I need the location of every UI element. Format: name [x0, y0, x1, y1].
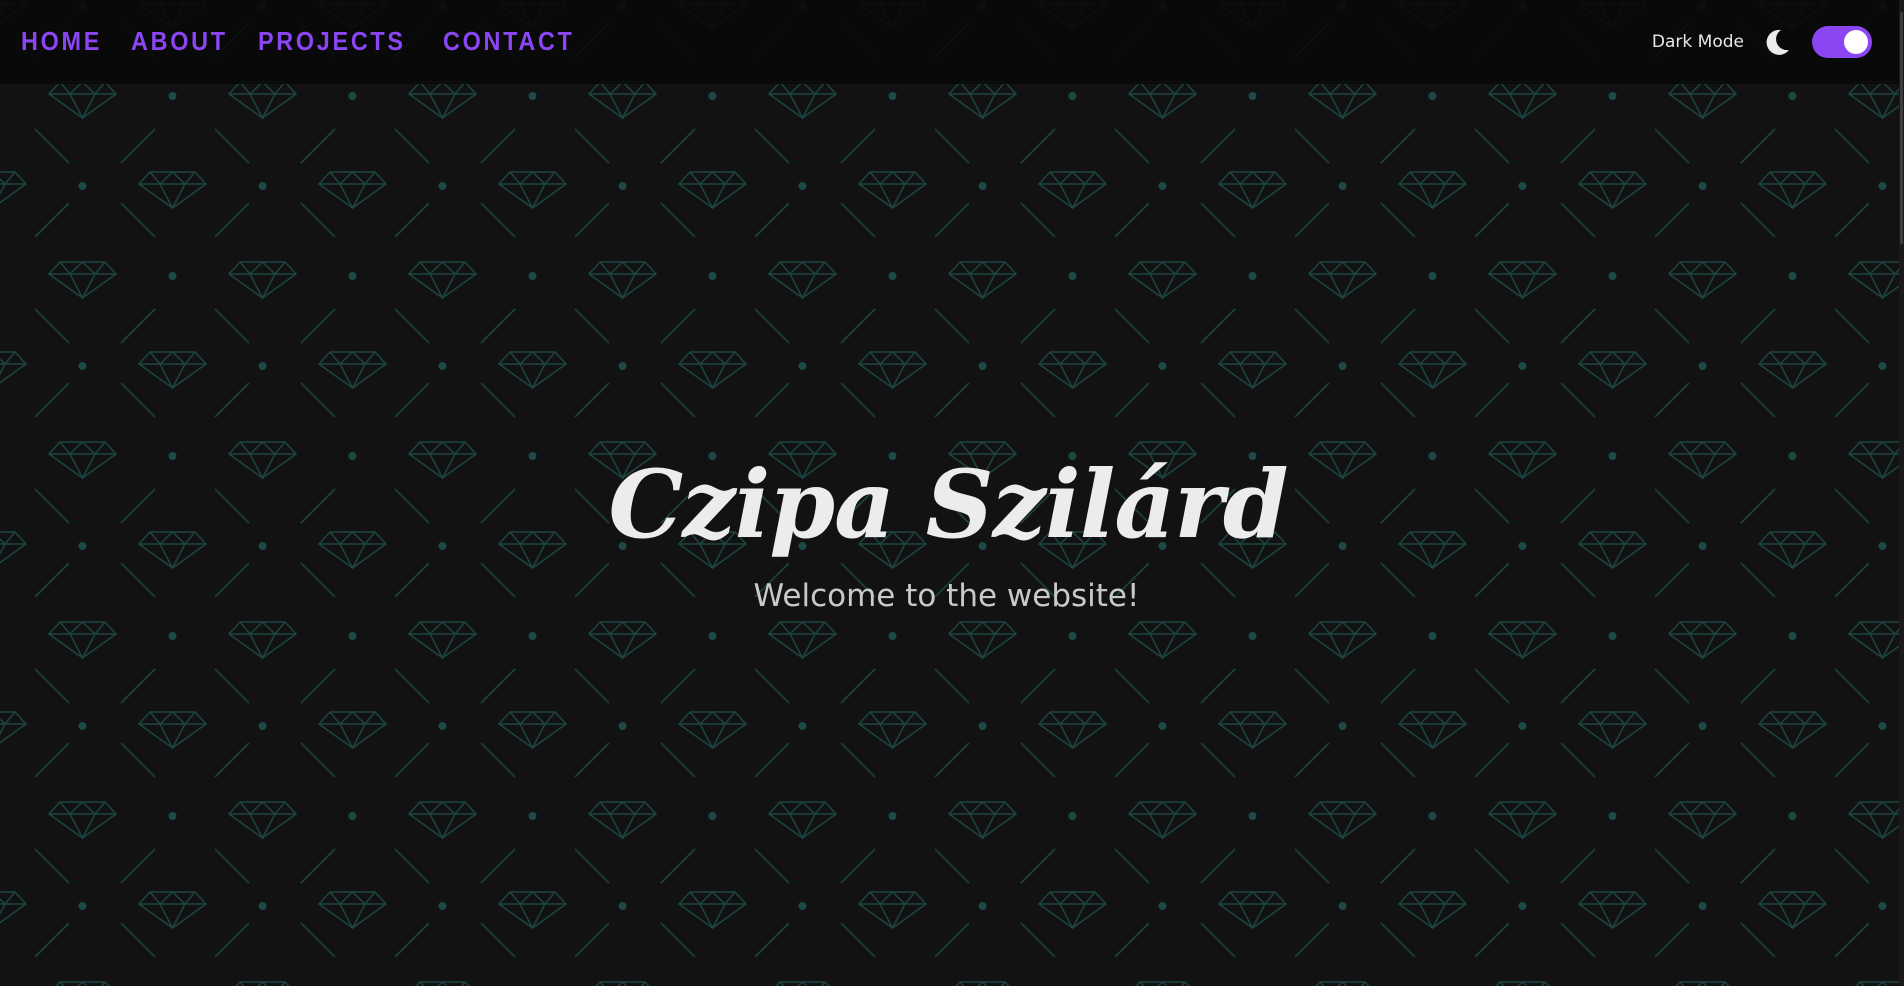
nav-link-contact[interactable]: CONTACT	[443, 26, 575, 57]
nav-link-home[interactable]: HOME	[21, 26, 102, 57]
hero-section: Czipa Szilárd Welcome to the website!	[0, 440, 1904, 614]
dark-mode-control: Dark Mode	[1652, 0, 1872, 84]
navbar: HOME ABOUT PROJECTS CONTACT Dark Mode	[0, 0, 1904, 84]
nav-menu: HOME ABOUT PROJECTS CONTACT	[21, 0, 575, 83]
page-scrollbar[interactable]	[1899, 0, 1904, 986]
hero-title: Czipa Szilárd	[608, 450, 1288, 560]
dark-mode-toggle[interactable]	[1812, 26, 1872, 58]
dark-mode-label: Dark Mode	[1651, 32, 1744, 52]
moon-icon	[1766, 29, 1789, 55]
hero-subtitle: Welcome to the website!	[753, 578, 1140, 614]
nav-link-projects[interactable]: PROJECTS	[258, 26, 406, 57]
toggle-knob	[1844, 30, 1868, 54]
scrollbar-thumb[interactable]	[1900, 12, 1903, 244]
nav-link-about[interactable]: ABOUT	[131, 26, 228, 57]
